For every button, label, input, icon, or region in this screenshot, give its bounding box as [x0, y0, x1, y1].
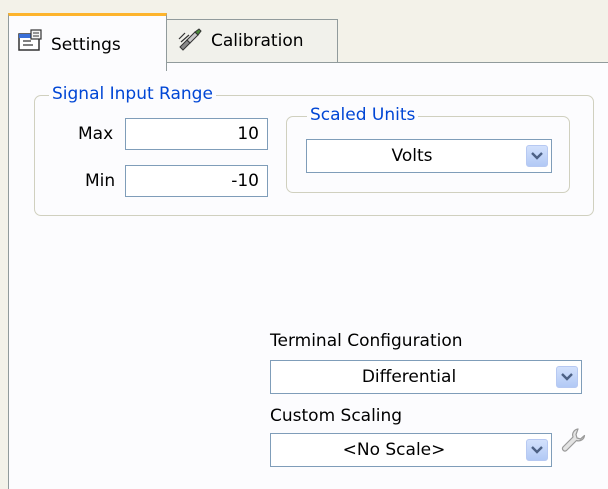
scaled-units-title: Scaled Units	[307, 105, 419, 125]
scaled-units-select[interactable]: Volts	[306, 139, 552, 173]
daq-assistant-panel: Settings Calibration Signal Input Range …	[0, 0, 608, 489]
tab-panel-border-left	[8, 62, 9, 489]
tab-calibration[interactable]: Calibration	[166, 19, 338, 63]
custom-scaling-select[interactable]: <No Scale>	[270, 433, 552, 467]
tab-settings-label: Settings	[51, 34, 121, 55]
scaled-units-value: Volts	[391, 146, 433, 166]
chevron-down-icon[interactable]	[556, 366, 578, 388]
tab-settings[interactable]: Settings	[8, 13, 167, 71]
chevron-down-icon[interactable]	[526, 145, 548, 167]
chevron-down-icon[interactable]	[526, 439, 548, 461]
max-input[interactable]: 10	[125, 118, 268, 150]
min-input[interactable]: -10	[125, 165, 268, 197]
terminal-configuration-select[interactable]: Differential	[270, 360, 582, 394]
wrench-icon[interactable]	[560, 427, 586, 453]
terminal-configuration-label: Terminal Configuration	[270, 331, 463, 351]
calibration-probe-icon	[177, 27, 203, 56]
max-label: Max	[78, 124, 114, 144]
signal-input-range-title: Signal Input Range	[49, 84, 216, 104]
custom-scaling-label: Custom Scaling	[270, 406, 403, 426]
min-label: Min	[85, 171, 116, 191]
custom-scaling-value: <No Scale>	[342, 440, 446, 460]
terminal-configuration-value: Differential	[361, 367, 457, 387]
settings-dialog-icon	[17, 29, 43, 58]
tab-calibration-label: Calibration	[211, 31, 304, 51]
